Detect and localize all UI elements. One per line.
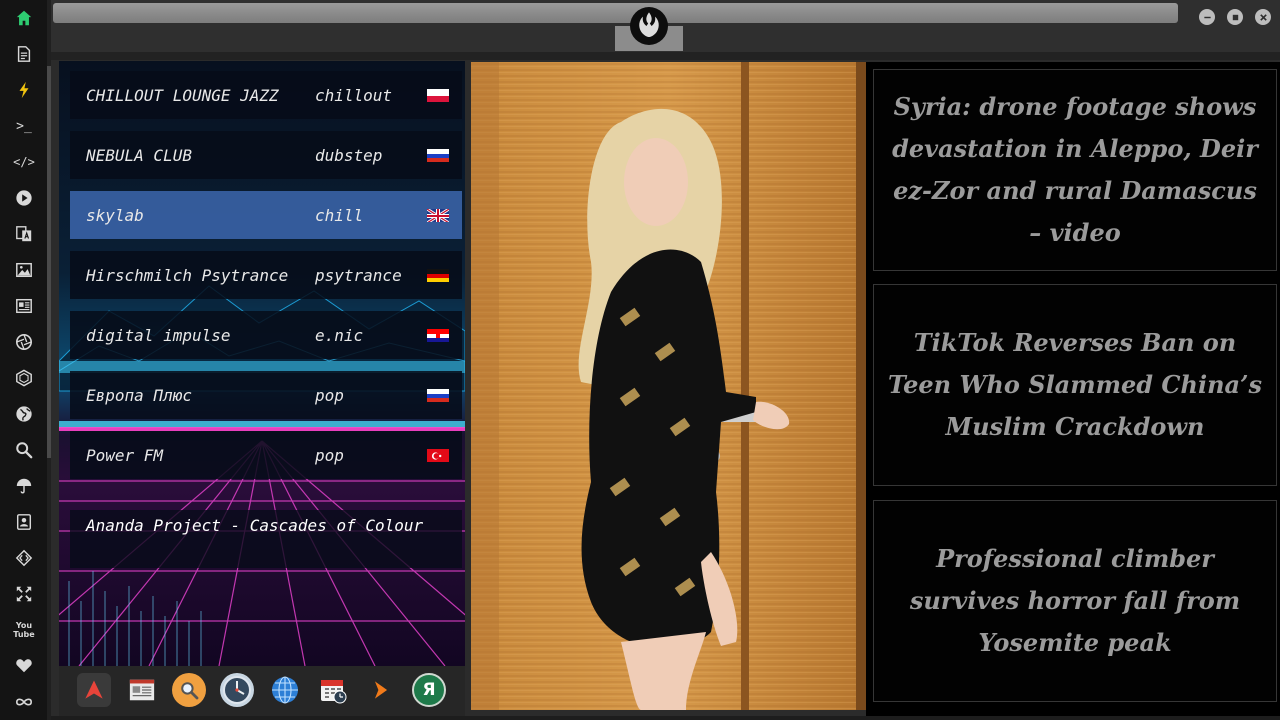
sidebar-scrollbar-thumb[interactable] (47, 66, 51, 458)
bottom-edge (51, 716, 1280, 720)
globe-icon[interactable] (13, 403, 35, 425)
station-genre: pop (315, 445, 344, 465)
rebel-alliance-logo-icon[interactable] (630, 7, 668, 45)
station-name: Power FM (86, 445, 164, 465)
station-row[interactable]: CHILLOUT LOUNGE JAZZ chillout (70, 71, 462, 119)
app-sidebar: >_ </> You Tube (0, 0, 47, 720)
croatia-flag-icon (427, 328, 449, 342)
app-dock: Я (59, 666, 465, 716)
code-icon[interactable]: </> (13, 151, 35, 173)
station-name: skylab (86, 205, 144, 225)
hexagon-icon[interactable] (13, 367, 35, 389)
infinity-icon[interactable] (13, 691, 35, 713)
station-row[interactable]: digital impulse e.nic (70, 311, 462, 359)
station-row-active[interactable]: skylab chill (70, 191, 462, 239)
germany-flag-icon (427, 268, 449, 282)
clock-icon[interactable] (220, 673, 254, 707)
arrow-launcher-icon[interactable] (364, 673, 398, 707)
turkey-flag-icon (427, 448, 449, 462)
uk-flag-icon (427, 208, 449, 222)
station-genre: psytrance (315, 265, 402, 285)
translate-icon[interactable] (13, 223, 35, 245)
photo[interactable] (471, 62, 866, 710)
station-row[interactable]: Hirschmilch Psytrance psytrance (70, 251, 462, 299)
news-card[interactable]: TikTok Reverses Ban on Teen Who Slammed … (873, 284, 1277, 486)
news-headline[interactable]: TikTok Reverses Ban on Teen Who Slammed … (874, 322, 1276, 448)
umbrella-icon[interactable] (13, 475, 35, 497)
station-genre: dubstep (315, 145, 383, 165)
station-name: Европа Плюс (86, 385, 192, 405)
code-tags-icon[interactable] (13, 547, 35, 569)
top-bar (51, 0, 1280, 56)
station-genre: e.nic (315, 325, 364, 345)
maximize-button[interactable] (1227, 9, 1243, 25)
address-bar[interactable] (53, 3, 1178, 23)
now-playing-title: Ananda Project - Cascades of Colour (86, 516, 424, 535)
play-icon[interactable] (13, 187, 35, 209)
minimize-button[interactable] (1199, 9, 1215, 25)
news-card[interactable]: Syria: drone footage shows devastation i… (873, 69, 1277, 271)
station-name: Hirschmilch Psytrance (86, 265, 289, 285)
news-reader-icon[interactable] (125, 673, 159, 707)
contacts-icon[interactable] (13, 511, 35, 533)
yandex-icon[interactable]: Я (412, 673, 446, 707)
russia-flag-icon (427, 148, 449, 162)
station-name: CHILLOUT LOUNGE JAZZ (86, 85, 279, 105)
russia-flag-icon (427, 388, 449, 402)
poland-flag-icon (427, 88, 449, 102)
youtube-icon[interactable]: You Tube (13, 619, 35, 641)
station-row[interactable]: NEBULA CLUB dubstep (70, 131, 462, 179)
station-row[interactable]: Европа Плюс pop (70, 371, 462, 419)
now-playing: Ananda Project - Cascades of Colour (70, 510, 462, 568)
station-name: digital impulse (86, 325, 231, 345)
station-name: NEBULA CLUB (86, 145, 192, 165)
news-headline[interactable]: Syria: drone footage shows devastation i… (874, 86, 1276, 254)
close-button[interactable] (1255, 9, 1271, 25)
station-genre: chillout (315, 85, 393, 105)
arch-linux-icon[interactable] (77, 673, 111, 707)
search-app-icon[interactable] (172, 673, 206, 707)
home-icon[interactable] (13, 7, 35, 29)
calendar-icon[interactable] (316, 673, 350, 707)
news-headline[interactable]: Professional climber survives horror fal… (874, 538, 1276, 664)
aperture-icon[interactable] (13, 331, 35, 353)
station-genre: chill (315, 205, 364, 225)
image-icon[interactable] (13, 259, 35, 281)
station-genre: pop (315, 385, 344, 405)
lightning-icon[interactable] (13, 79, 35, 101)
expand-icon[interactable] (13, 583, 35, 605)
woman-portrait-image (471, 62, 866, 710)
terminal-icon[interactable]: >_ (13, 115, 35, 137)
top-bar-divider (51, 52, 1280, 60)
news-icon[interactable] (13, 295, 35, 317)
station-row[interactable]: Power FM pop (70, 431, 462, 479)
heart-icon[interactable] (13, 655, 35, 677)
globe-browser-icon[interactable] (268, 673, 302, 707)
news-column: Syria: drone footage shows devastation i… (866, 62, 1280, 720)
news-card[interactable]: Professional climber survives horror fal… (873, 500, 1277, 702)
sidebar-scrollbar[interactable] (47, 0, 51, 720)
radio-panel: CHILLOUT LOUNGE JAZZ chillout NEBULA CLU… (59, 61, 465, 666)
document-icon[interactable] (13, 43, 35, 65)
search-icon[interactable] (13, 439, 35, 461)
